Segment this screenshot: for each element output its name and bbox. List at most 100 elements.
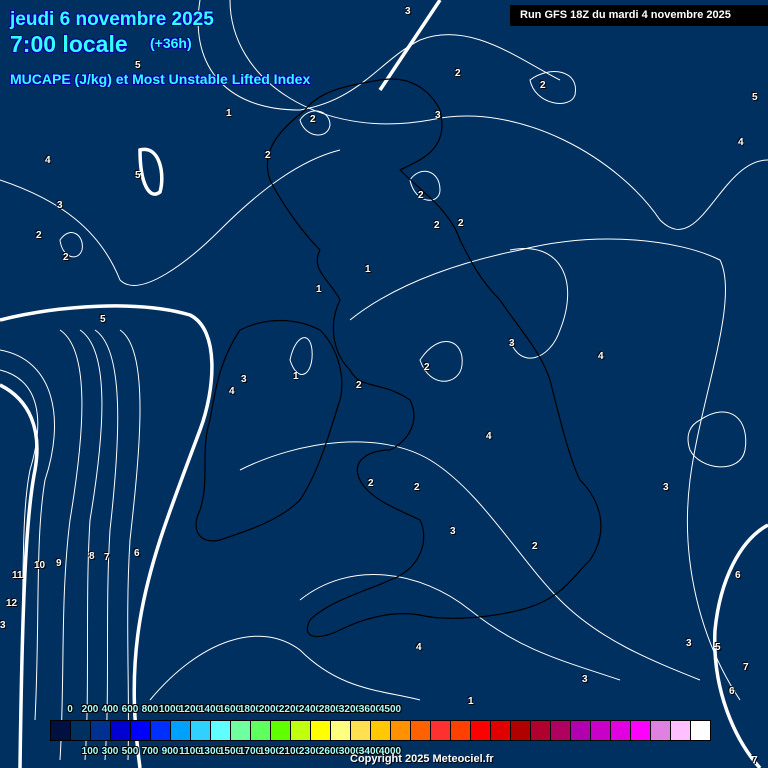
- contour-label: 3: [450, 526, 456, 537]
- contour-label: 11: [12, 570, 23, 581]
- parameter-title: MUCAPE (J/kg) et Most Unstable Lifted In…: [10, 71, 311, 87]
- contour-label: 2: [532, 541, 538, 552]
- contour-label: 1: [226, 108, 232, 119]
- weather-map: 3 5 2 2 5 1 2 3 2 4 5 2 4 3 2 2 2 2 5 1 1 1 4 3 2 2 3 4 4 2 2 3 2 11 10 9 8 7…: [0, 0, 768, 768]
- contour-label: 2: [36, 230, 42, 241]
- contour-label: 2: [540, 80, 546, 91]
- legend-bottom-label: 1700: [238, 746, 262, 757]
- legend-bottom-label: 700: [141, 746, 159, 757]
- contour-label: 3: [57, 200, 63, 211]
- contour-label: 2: [458, 218, 464, 229]
- contour-label: 7: [104, 552, 110, 563]
- legend-swatch: [391, 721, 411, 740]
- legend-swatch: [311, 721, 331, 740]
- legend-top-label: 1800: [238, 704, 262, 715]
- contour-label: 3: [405, 6, 411, 17]
- legend-swatch: [131, 721, 151, 740]
- contour-label: 4: [486, 431, 492, 442]
- contour-label: 6: [729, 686, 735, 697]
- legend-bottom-label: 300: [101, 746, 119, 757]
- contour-label: 4: [45, 155, 51, 166]
- contour-label: 1: [316, 284, 322, 295]
- contour-label: 3: [509, 338, 515, 349]
- copyright: Copyright 2025 Meteociel.fr: [350, 753, 494, 765]
- contour-label: 7: [752, 755, 758, 766]
- legend-bottom-label: 1500: [218, 746, 242, 757]
- contour-label: 1: [468, 696, 474, 707]
- legend-top-label: 2400: [298, 704, 322, 715]
- contour-label: 2: [63, 252, 69, 263]
- contour-label: 2: [310, 114, 316, 125]
- legend-swatch: [411, 721, 431, 740]
- contour-label: 5: [752, 92, 758, 103]
- contour-label: 5: [135, 60, 141, 71]
- legend-bottom-label: 900: [161, 746, 179, 757]
- legend-swatch: [211, 721, 231, 740]
- legend-bottom-label: 1900: [258, 746, 282, 757]
- contour-label: 2: [424, 362, 430, 373]
- legend-swatch: [591, 721, 611, 740]
- contour-label: 10: [34, 560, 46, 571]
- contour-label: 8: [89, 551, 95, 562]
- contour-label: 1: [365, 264, 371, 275]
- legend-swatch: [331, 721, 351, 740]
- legend-swatch: [671, 721, 691, 740]
- legend-top-label: 1200: [178, 704, 202, 715]
- contour-label: 2: [356, 380, 362, 391]
- forecast-date: jeudi 6 novembre 2025: [10, 9, 214, 30]
- legend-top-label: 3600: [358, 704, 382, 715]
- legend-swatch: [351, 721, 371, 740]
- contour-lines: [0, 0, 768, 768]
- legend-top-label: 1400: [198, 704, 222, 715]
- legend-swatch: [251, 721, 271, 740]
- legend-bottom-label: 2100: [278, 746, 302, 757]
- contour-label: 2: [368, 478, 374, 489]
- legend-swatch: [611, 721, 631, 740]
- contour-label: 6: [735, 570, 741, 581]
- legend-swatch: [191, 721, 211, 740]
- legend-bottom-label: 1300: [198, 746, 222, 757]
- contour-label: 6: [134, 548, 140, 559]
- contour-label: 2: [265, 150, 271, 161]
- legend-swatch: [631, 721, 651, 740]
- legend-swatch: [571, 721, 591, 740]
- contour-label: 3: [0, 620, 6, 631]
- legend-top-label: 2200: [278, 704, 302, 715]
- contour-label: 4: [416, 642, 422, 653]
- contour-label: 3: [663, 482, 669, 493]
- legend-swatch: [171, 721, 191, 740]
- legend-swatch: [231, 721, 251, 740]
- contour-label: 3: [582, 674, 588, 685]
- legend-top-label: 3200: [338, 704, 362, 715]
- legend-swatch: [691, 721, 710, 740]
- run-label: Run GFS 18Z du mardi 4 novembre 2025: [510, 5, 768, 26]
- legend-swatch: [51, 721, 71, 740]
- color-legend: [50, 720, 711, 741]
- legend-top-label: 200: [81, 704, 99, 715]
- legend-top-label: 2000: [258, 704, 282, 715]
- legend-bottom-label: 500: [121, 746, 139, 757]
- contour-label: 2: [418, 190, 424, 201]
- legend-swatch: [371, 721, 391, 740]
- legend-swatch: [291, 721, 311, 740]
- contour-label: 12: [6, 598, 18, 609]
- contour-label: 3: [686, 638, 692, 649]
- contour-label: 3: [435, 110, 441, 121]
- legend-bottom-label: 2600: [318, 746, 342, 757]
- contour-label: 4: [598, 351, 604, 362]
- legend-top-label: 600: [121, 704, 139, 715]
- contour-label: 4: [738, 137, 744, 148]
- legend-swatch: [491, 721, 511, 740]
- legend-swatch: [431, 721, 451, 740]
- forecast-lead-time: (+36h): [150, 35, 192, 51]
- legend-swatch: [511, 721, 531, 740]
- contour-label: 5: [135, 170, 141, 181]
- legend-swatch: [271, 721, 291, 740]
- contour-label: 5: [715, 642, 721, 653]
- legend-top-label: 1600: [218, 704, 242, 715]
- contour-label: 2: [455, 68, 461, 79]
- legend-bottom-label: 1100: [179, 746, 201, 757]
- contour-label: 4: [229, 386, 235, 397]
- legend-swatch: [471, 721, 491, 740]
- legend-swatch: [531, 721, 551, 740]
